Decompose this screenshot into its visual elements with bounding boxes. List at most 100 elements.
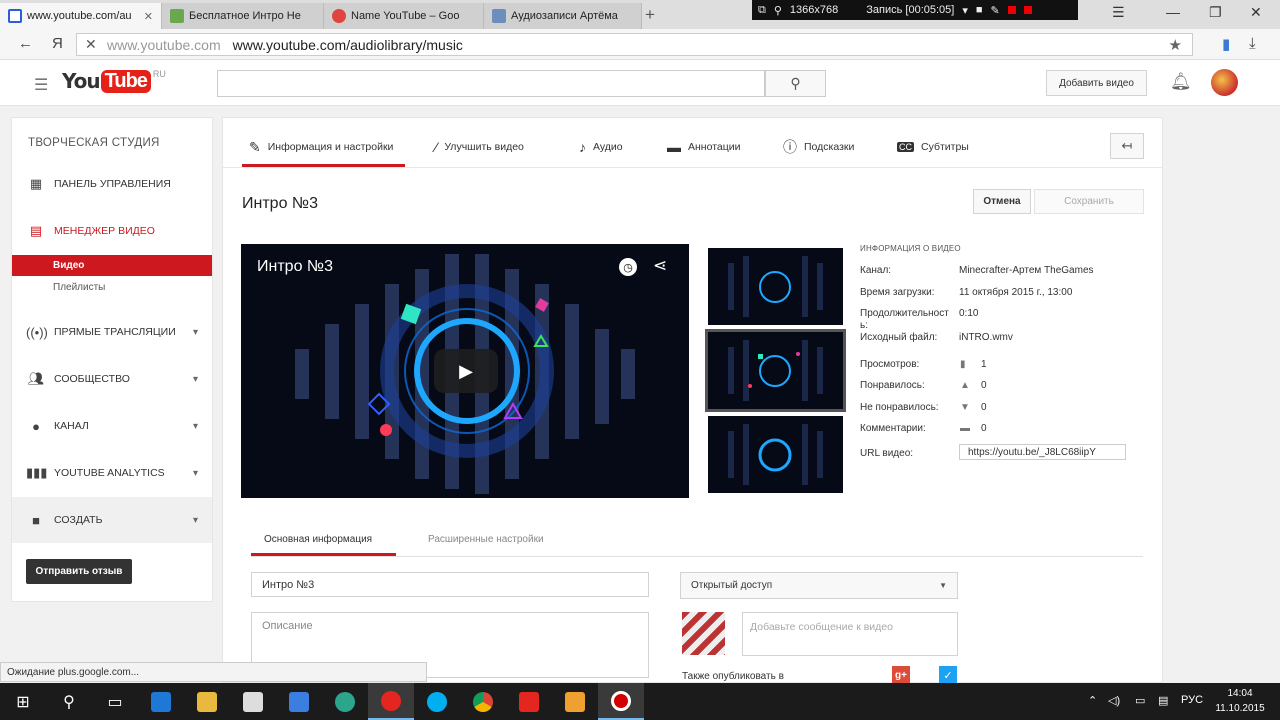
yandex-app[interactable]: [506, 683, 552, 720]
tab-advanced-settings[interactable]: Расширенные настройки: [428, 534, 544, 545]
share-message-input[interactable]: Добавьте сообщение к видео: [742, 612, 958, 656]
share-thumbnail: [682, 612, 725, 655]
tab-cards[interactable]: ⓘ Подсказки: [783, 137, 854, 157]
pause-icon[interactable]: [1007, 6, 1016, 14]
notifications-bell-icon[interactable]: 🔔︎: [1170, 72, 1192, 92]
sidebar-item-community[interactable]: 👥︎ СООБЩЕСТВО ▾: [12, 368, 212, 390]
restore-icon[interactable]: ❐: [1209, 4, 1222, 21]
sidebar-item-live[interactable]: ((•)) ПРЯМЫЕ ТРАНСЛЯЦИИ ▾: [12, 321, 212, 343]
skype-app[interactable]: [414, 683, 460, 720]
browser-status-bar: Ожидание plus.google.com...: [0, 662, 427, 682]
cancel-button[interactable]: Отмена: [973, 189, 1031, 214]
back-button[interactable]: ↤: [1110, 133, 1144, 159]
browser-tab[interactable]: Бесплатное Интро Не: [162, 3, 324, 29]
url-field[interactable]: ✕ www.youtube.com www.youtube.com/audiol…: [76, 33, 1193, 56]
search-input[interactable]: [217, 70, 765, 97]
explorer-app[interactable]: [184, 683, 230, 720]
yandex-browser-app[interactable]: [368, 683, 414, 720]
save-button[interactable]: Сохранить: [1034, 189, 1144, 214]
upload-video-button[interactable]: Добавить видео: [1046, 70, 1147, 96]
back-arrow-icon[interactable]: ←: [18, 35, 33, 52]
taskbar-clock[interactable]: 14:04 11.10.2015: [1210, 686, 1270, 716]
search-button[interactable]: ⚲: [765, 70, 826, 97]
tab-basic-info[interactable]: Основная информация: [264, 534, 372, 545]
skype-icon: [427, 691, 447, 712]
audio-app[interactable]: [276, 683, 322, 720]
dropdown-icon[interactable]: ▾: [962, 4, 968, 17]
likes-label: Понравилось:: [860, 380, 925, 391]
youtube-logo[interactable]: You Tube RU: [62, 69, 166, 93]
search-button[interactable]: ⚲: [46, 683, 92, 720]
new-tab-button[interactable]: +: [645, 5, 655, 25]
upload-time-label: Время загрузки:: [860, 287, 935, 298]
edge-app[interactable]: [138, 683, 184, 720]
notifications-icon[interactable]: ▤: [1158, 694, 1168, 707]
recorder-app[interactable]: [598, 683, 644, 720]
magic-wand-icon: ⁄: [435, 139, 438, 155]
sidebar-item-channel[interactable]: ● КАНАЛ ▾: [12, 415, 212, 437]
thumbnail-option-selected[interactable]: [705, 329, 846, 412]
video-editor-app[interactable]: [552, 683, 598, 720]
thumbnail-option[interactable]: [708, 416, 843, 493]
sidebar-item-create[interactable]: ■ СОЗДАТЬ ▾: [12, 509, 212, 531]
sidebar-item-analytics[interactable]: ▮▮▮ YOUTUBE ANALYTICS ▾: [12, 462, 212, 484]
tab-subtitles[interactable]: CC Субтитры: [897, 137, 969, 157]
thumbnail-image: [728, 256, 823, 317]
task-view-button[interactable]: ▭: [92, 683, 138, 720]
resize-icon[interactable]: ⧉: [758, 4, 766, 17]
sidebar-item-label: ПРЯМЫЕ ТРАНСЛЯЦИИ: [54, 326, 176, 338]
chrome-app[interactable]: [460, 683, 506, 720]
video-camera-icon: ■: [32, 512, 40, 528]
search-icon[interactable]: ⚲: [774, 4, 782, 17]
tray-chevron-icon[interactable]: ⌃: [1088, 694, 1097, 707]
twitter-icon[interactable]: ✓: [939, 666, 957, 684]
guide-menu-icon[interactable]: ☰: [34, 75, 48, 95]
store-app[interactable]: [230, 683, 276, 720]
tab-audio[interactable]: ♪ Аудио: [579, 137, 623, 157]
language-indicator[interactable]: РУС: [1181, 694, 1203, 706]
menu-icon[interactable]: ☰: [1112, 4, 1125, 21]
play-button[interactable]: ▶: [434, 349, 498, 393]
network-icon[interactable]: ▭: [1135, 694, 1145, 707]
stop-icon[interactable]: [1023, 6, 1032, 14]
browser-tab[interactable]: www.youtube.com/au ✕: [0, 3, 162, 29]
browser-tab-title: Бесплатное Интро Не: [189, 10, 301, 22]
music-note-icon: ♪: [579, 139, 586, 155]
tab-info-settings[interactable]: ✎ Информация и настройки: [249, 137, 393, 157]
browser-tab[interactable]: Name YouTube – Goo: [324, 3, 484, 29]
yandex-icon[interactable]: Я: [52, 35, 63, 52]
stop-loading-icon[interactable]: ✕: [85, 36, 97, 53]
sidebar-subitem-playlists[interactable]: Плейлисты: [12, 277, 212, 298]
google-plus-icon[interactable]: g+: [892, 666, 910, 684]
sidebar-item-dashboard[interactable]: ▦ ПАНЕЛЬ УПРАВЛЕНИЯ: [12, 173, 212, 195]
subtabs-divider: [251, 556, 1143, 557]
close-tab-icon[interactable]: ✕: [144, 10, 153, 23]
bookmark-star-icon[interactable]: ★: [1169, 36, 1182, 54]
camera-icon[interactable]: ■: [976, 4, 983, 16]
pen-icon[interactable]: ✎: [991, 4, 1000, 17]
title-input[interactable]: Интро №3: [251, 572, 649, 597]
extension-icon[interactable]: ▮: [1222, 35, 1230, 53]
send-feedback-button[interactable]: Отправить отзыв: [26, 559, 132, 584]
watch-later-icon[interactable]: ◷: [619, 258, 637, 276]
media-app[interactable]: [322, 683, 368, 720]
downloads-icon[interactable]: ⤓: [1249, 35, 1256, 52]
start-button[interactable]: ⊞: [0, 683, 46, 720]
privacy-select[interactable]: Открытый доступ ▼: [680, 572, 958, 599]
sidebar-item-video-manager[interactable]: ▤ МЕНЕДЖЕР ВИДЕО: [12, 220, 212, 242]
volume-icon[interactable]: ◁): [1108, 694, 1120, 707]
tab-enhancements[interactable]: ⁄ Улучшить видео: [435, 137, 524, 157]
share-icon[interactable]: ⋖: [653, 256, 667, 276]
browser-tab[interactable]: Аудиозаписи Артёма: [484, 3, 642, 29]
tab-annotations[interactable]: ▬ Аннотации: [667, 137, 741, 157]
thumbnail-option[interactable]: [708, 248, 843, 325]
avatar[interactable]: [1211, 69, 1238, 96]
download-favicon-icon: [170, 9, 184, 23]
sidebar-subitem-videos[interactable]: Видео: [12, 255, 212, 276]
close-window-icon[interactable]: ✕: [1250, 4, 1262, 21]
video-player[interactable]: Интро №3 ◷ ⋖ ▶: [241, 244, 689, 498]
video-url-field[interactable]: https://youtu.be/_J8LC68iipY: [959, 444, 1126, 460]
minimize-icon[interactable]: —: [1166, 4, 1180, 20]
yandex-icon: [519, 691, 539, 712]
task-view-icon: ▭: [107, 693, 123, 711]
